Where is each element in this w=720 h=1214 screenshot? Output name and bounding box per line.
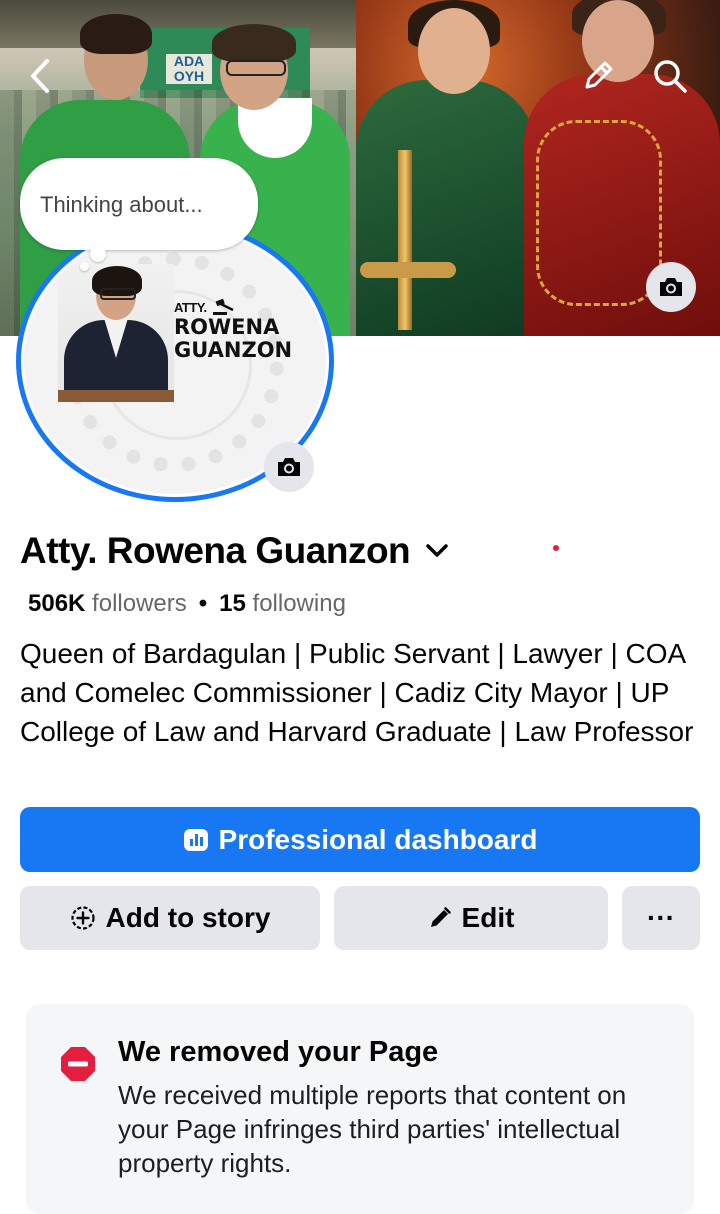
logo-atty-row: ATTY. (174, 298, 324, 316)
cover-banner-text: ADA OYH (166, 54, 212, 84)
add-to-story-label: Add to story (105, 902, 271, 933)
more-options-button[interactable]: ··· (622, 886, 700, 950)
dashboard-icon (183, 828, 209, 852)
search-icon[interactable] (648, 56, 692, 96)
name-logo: ATTY. ROWENA GUANZON (174, 298, 324, 362)
cover-person-glasses (226, 60, 286, 76)
gavel-icon (212, 298, 234, 315)
cover-figure-face (418, 8, 490, 94)
cover-camera-icon[interactable] (646, 262, 696, 312)
professional-dashboard-button[interactable]: Professional dashboard (20, 807, 700, 872)
thought-bubble[interactable]: Thinking about... (20, 158, 258, 250)
notice-title: We removed your Page (118, 1036, 439, 1068)
logo-prefix: ATTY. (174, 299, 207, 315)
profile-name-row[interactable]: Atty. Rowena Guanzon (20, 530, 450, 572)
thought-bubble-text: Thinking about... (40, 192, 203, 217)
thought-bubble-tail (90, 246, 106, 262)
profile-name: Atty. Rowena Guanzon (20, 530, 411, 571)
add-story-icon (70, 905, 96, 931)
following-label[interactable]: following (253, 590, 346, 618)
chevron-down-icon[interactable] (424, 538, 450, 564)
follow-stats: 506K followers • 15 following (28, 590, 346, 618)
followers-count[interactable]: 506K (28, 590, 85, 618)
cover-person-hair (80, 14, 152, 54)
logo-line-1: ROWENA (174, 315, 280, 339)
pencil-icon[interactable] (578, 56, 618, 96)
professional-dashboard-label: Professional dashboard (218, 823, 538, 855)
pencil-icon (428, 906, 452, 930)
profile-bio: Queen of Bardagulan | Public Servant | L… (20, 638, 694, 747)
cover-figure-embroidery (536, 120, 662, 306)
cover-sword (398, 150, 412, 330)
cover-figure-green (356, 80, 536, 336)
edit-profile-button[interactable]: Edit (334, 886, 608, 950)
cover-sword-guard (360, 262, 456, 278)
profile-camera-icon[interactable] (264, 442, 314, 492)
notification-dot (553, 545, 559, 551)
notice-body: We received multiple reports that conten… (118, 1080, 627, 1178)
stop-icon (61, 1047, 95, 1081)
stats-separator: • (198, 590, 208, 617)
cover-person-hair (212, 24, 296, 62)
logo-line-2: GUANZON (174, 338, 293, 362)
thought-bubble-tail-small (80, 262, 89, 271)
portrait-glasses (100, 288, 136, 300)
more-options-label: ··· (647, 902, 675, 933)
back-chevron-icon[interactable] (22, 56, 58, 96)
portrait-desk (58, 390, 174, 402)
edit-label: Edit (461, 902, 515, 933)
followers-label[interactable]: followers (92, 590, 187, 618)
add-to-story-button[interactable]: Add to story (20, 886, 320, 950)
following-count[interactable]: 15 (219, 590, 246, 618)
portrait-photo (58, 264, 174, 402)
